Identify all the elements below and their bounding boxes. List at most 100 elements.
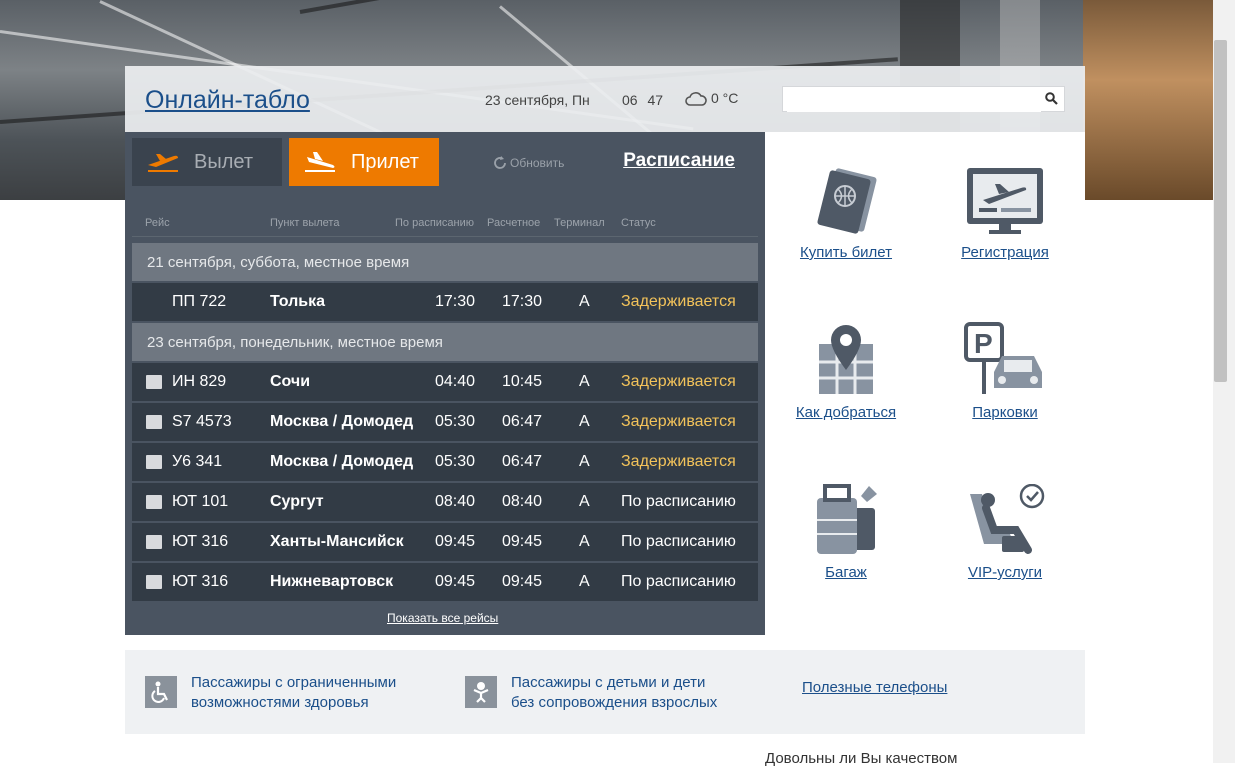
- service-directions[interactable]: Как добраться: [766, 322, 926, 421]
- airline-logo-icon: [146, 495, 162, 509]
- flight-status: По расписанию: [621, 493, 736, 510]
- service-baggage-link[interactable]: Багаж: [766, 564, 926, 581]
- flight-row[interactable]: ИН 829 Сочи 04:40 10:45 A Задерживается: [132, 363, 758, 402]
- date-group-header: 23 сентября, понедельник, местное время: [132, 323, 758, 362]
- scheduled-time: 08:40: [435, 493, 476, 510]
- refresh-label: Обновить: [510, 156, 565, 170]
- flight-status: По расписанию: [621, 533, 736, 550]
- airline-logo-icon: [146, 535, 162, 549]
- schedule-link[interactable]: Расписание: [623, 150, 735, 172]
- children-passengers[interactable]: Пассажиры с детьми и дети без сопровожден…: [465, 673, 717, 713]
- flight-board: Вылет Прилет Обновить Расписание Рейс Пу…: [125, 132, 765, 635]
- scrollbar-thumb[interactable]: [1214, 40, 1227, 382]
- search-icon[interactable]: [1045, 92, 1058, 105]
- children-passengers-link[interactable]: Пассажиры с детьми и дети без сопровожден…: [511, 673, 717, 713]
- page-title-link[interactable]: Онлайн-табло: [145, 86, 310, 115]
- airline-logo-icon: [146, 455, 162, 469]
- service-vip[interactable]: VIP-услуги: [925, 484, 1085, 581]
- tab-arrival[interactable]: Прилет: [289, 138, 439, 186]
- estimated-time: 06:47: [502, 413, 543, 430]
- disabled-passengers[interactable]: Пассажиры с ограниченными возможностями з…: [145, 673, 396, 713]
- origin-city: Сургут: [270, 493, 324, 510]
- date-group-header: 21 сентября, суббота, местное время: [132, 243, 758, 282]
- map-pin-icon: [819, 325, 873, 394]
- flight-number: У6 341: [172, 453, 223, 470]
- refresh-button[interactable]: Обновить: [493, 156, 564, 170]
- estimated-time: 09:45: [502, 533, 543, 550]
- disabled-passengers-link[interactable]: Пассажиры с ограниченными возможностями з…: [191, 673, 396, 713]
- airline-logo-icon: [146, 575, 162, 589]
- search-box[interactable]: [782, 86, 1065, 112]
- vip-seat-icon: [970, 484, 1045, 554]
- flight-number: S7 4573: [172, 413, 232, 430]
- passport-icon: [817, 168, 877, 234]
- link-line-1: Пассажиры с ограниченными: [191, 674, 397, 691]
- child-icon: [465, 676, 497, 708]
- origin-city: Толька: [270, 293, 326, 310]
- estimated-time: 17:30: [502, 293, 543, 310]
- checkin-monitor-icon: [967, 168, 1043, 234]
- terminal: A: [579, 493, 590, 510]
- terminal: A: [579, 293, 590, 310]
- scheduled-time: 09:45: [435, 533, 476, 550]
- col-terminal: Терминал: [554, 217, 605, 229]
- service-vip-link[interactable]: VIP-услуги: [925, 564, 1085, 581]
- service-parking-link[interactable]: Парковки: [925, 404, 1085, 421]
- wheelchair-icon: [145, 676, 177, 708]
- link-line-2: без сопровождения взрослых: [511, 694, 718, 711]
- svg-text:P: P: [974, 328, 993, 359]
- show-all-flights-link[interactable]: Показать все рейсы: [387, 611, 498, 625]
- origin-city: Ханты-Мансийск: [270, 533, 404, 550]
- flight-number: ЮТ 101: [172, 493, 229, 510]
- flight-row[interactable]: ЮТ 316 Ханты-Мансийск 09:45 09:45 A По распис…: [132, 523, 758, 562]
- info-strip: Пассажиры с ограниченными возможностями з…: [125, 650, 1085, 734]
- service-checkin-link[interactable]: Регистрация: [925, 244, 1085, 261]
- service-baggage[interactable]: Багаж: [766, 484, 926, 581]
- flight-number: ЮТ 316: [172, 533, 229, 550]
- services-panel: Купить билет Регистрация Как добраться P: [765, 132, 1085, 635]
- scheduled-time: 05:30: [435, 453, 476, 470]
- flight-row[interactable]: ЮТ 101 Сургут 08:40 08:40 A По расписанию: [132, 483, 758, 522]
- search-input[interactable]: [787, 88, 1041, 112]
- scheduled-time: 04:40: [435, 373, 476, 390]
- estimated-time: 08:40: [502, 493, 543, 510]
- weather: 0 °C: [685, 90, 738, 106]
- service-directions-link[interactable]: Как добраться: [766, 404, 926, 421]
- scheduled-time: 05:30: [435, 413, 476, 430]
- scheduled-time: 09:45: [435, 573, 476, 590]
- tab-arrival-label: Прилет: [351, 150, 419, 173]
- service-parking[interactable]: P Парковки: [925, 322, 1085, 421]
- link-line-1: Пассажиры с детьми и дети: [511, 674, 706, 691]
- terminal: A: [579, 373, 590, 390]
- service-buy-ticket[interactable]: Купить билет: [766, 166, 926, 261]
- flight-number: ИН 829: [172, 373, 227, 390]
- refresh-icon: [494, 156, 506, 169]
- flight-status: Задерживается: [621, 413, 736, 430]
- header-bar: Онлайн-табло 23 сентября, Пн 06 47 0 °C: [125, 66, 1085, 132]
- estimated-time: 09:45: [502, 573, 543, 590]
- flight-status: Задерживается: [621, 373, 736, 390]
- useful-phones-link[interactable]: Полезные телефоны: [802, 678, 947, 698]
- scheduled-time: 17:30: [435, 293, 476, 310]
- flight-number: ПП 722: [172, 293, 227, 310]
- col-status: Статус: [621, 217, 656, 229]
- service-checkin[interactable]: Регистрация: [925, 166, 1085, 261]
- flight-row[interactable]: S7 4573 Москва / Домодед 05:30 06:47 A Задерж…: [132, 403, 758, 442]
- flight-row[interactable]: ПП 722 Толька 17:30 17:30 A Задерживается: [132, 283, 758, 322]
- temperature: 0 °C: [711, 90, 739, 106]
- tab-departure[interactable]: Вылет: [132, 138, 282, 186]
- col-origin: Пункт вылета: [270, 217, 340, 229]
- terminal: A: [579, 573, 590, 590]
- flight-row[interactable]: У6 341 Москва / Домодед 05:30 06:47 A Задержи…: [132, 443, 758, 482]
- origin-city: Нижневартовск: [270, 573, 394, 590]
- terminal: A: [579, 453, 590, 470]
- flight-status: Задерживается: [621, 453, 736, 470]
- flight-row[interactable]: ЮТ 316 Нижневартовск 09:45 09:45 A По расписа…: [132, 563, 758, 602]
- col-estimated: Расчетное: [487, 217, 541, 229]
- origin-city: Сочи: [270, 373, 311, 390]
- divider: [132, 236, 758, 237]
- tab-departure-label: Вылет: [194, 150, 254, 173]
- cloud-icon: [685, 92, 707, 106]
- service-buy-ticket-link[interactable]: Купить билет: [766, 244, 926, 261]
- terminal: A: [579, 413, 590, 430]
